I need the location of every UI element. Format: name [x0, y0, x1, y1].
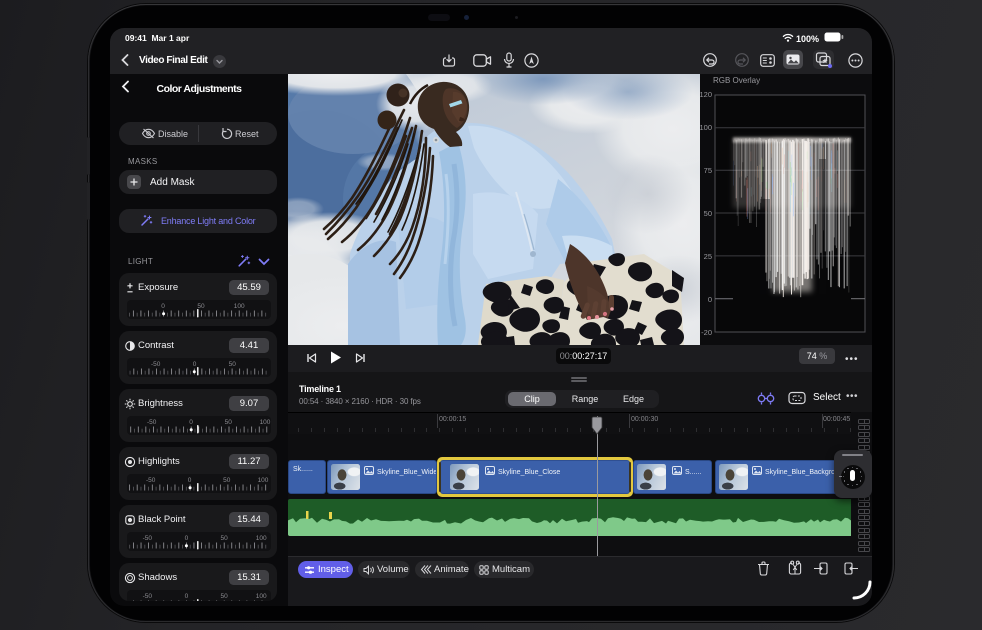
svg-text:0: 0: [193, 361, 197, 368]
svg-text:0: 0: [189, 419, 193, 426]
svg-text:75: 75: [704, 166, 712, 175]
svg-text:100: 100: [256, 593, 267, 600]
svg-text:-50: -50: [151, 361, 161, 368]
svg-text:100: 100: [256, 535, 267, 542]
svg-text:50: 50: [229, 361, 237, 368]
svg-text:50: 50: [197, 303, 205, 310]
svg-text:RGB Overlay: RGB Overlay: [713, 76, 760, 85]
svg-text:0: 0: [161, 303, 165, 310]
svg-text:50: 50: [220, 593, 228, 600]
svg-text:100: 100: [700, 123, 712, 132]
svg-text:25: 25: [704, 252, 712, 261]
svg-text:0: 0: [185, 535, 189, 542]
svg-text:120: 120: [700, 90, 712, 99]
svg-text:100: 100: [260, 419, 271, 426]
svg-text:-20: -20: [701, 328, 712, 337]
svg-text:100: 100: [234, 303, 245, 310]
svg-text:50: 50: [220, 535, 228, 542]
svg-text:100: 100: [258, 477, 269, 484]
svg-text:-50: -50: [146, 477, 156, 484]
svg-text:0: 0: [188, 477, 192, 484]
svg-text:-50: -50: [143, 535, 153, 542]
svg-text:0: 0: [708, 295, 712, 304]
svg-text:-50: -50: [147, 419, 157, 426]
svg-text:50: 50: [225, 419, 233, 426]
svg-text:-50: -50: [143, 593, 153, 600]
svg-text:50: 50: [223, 477, 231, 484]
svg-text:50: 50: [704, 209, 712, 218]
svg-text:0: 0: [185, 593, 189, 600]
